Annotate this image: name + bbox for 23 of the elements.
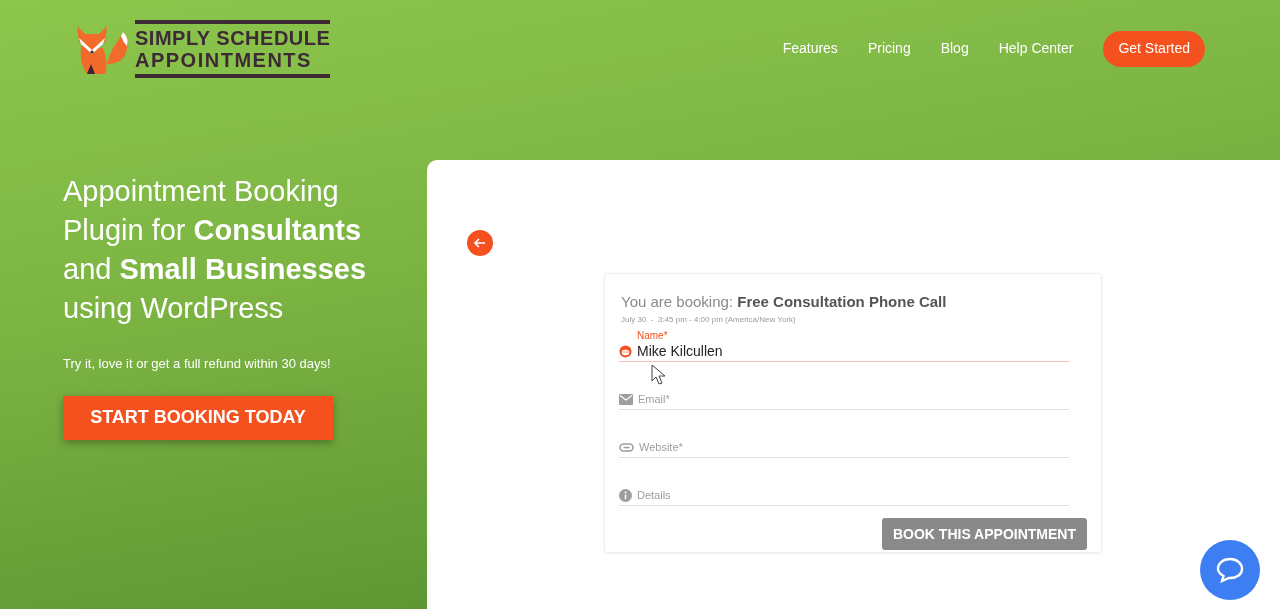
nav-link[interactable]: Blog	[940, 38, 969, 59]
get-started-button[interactable]: Get Started	[1103, 30, 1205, 67]
nav-link[interactable]: Help Center	[998, 38, 1074, 59]
field-placeholder: Details	[637, 488, 671, 504]
field-placeholder: Website*	[639, 440, 683, 456]
nav-link[interactable]: Features	[782, 38, 838, 59]
field-label: Name*	[637, 330, 669, 342]
field-placeholder: Email*	[638, 392, 670, 408]
field-value: Mike Kilcullen	[637, 342, 723, 361]
hero-headline: Appointment Booking Plugin for Consultants and Small Businesses using WordPress	[63, 174, 368, 326]
booking-title: You are booking:	[621, 293, 735, 310]
nav-link[interactable]: Pricing	[867, 38, 911, 59]
logo-text: SIMPLY SCHEDULE	[135, 26, 331, 49]
input-field[interactable]: Website*	[619, 438, 1069, 458]
input-field[interactable]: Mike Kilcullen	[619, 342, 1069, 362]
booking-title: Free Consultation Phone Call	[737, 293, 947, 310]
booking-time: July 30 - 3:45 pm - 4:00 pm (America/New York)	[620, 314, 797, 326]
input-field[interactable]: Email*	[619, 390, 1069, 410]
input-field[interactable]: Details	[619, 486, 1069, 506]
start-booking-button[interactable]: START BOOKING TODAY	[63, 395, 333, 440]
book-appointment-button[interactable]: BOOK THIS APPOINTMENT	[881, 518, 1087, 550]
logo-text: APPOINTMENTS	[135, 48, 313, 71]
hero-subtext: Try it, love it or get a full refund within 30 days!	[63, 355, 332, 373]
